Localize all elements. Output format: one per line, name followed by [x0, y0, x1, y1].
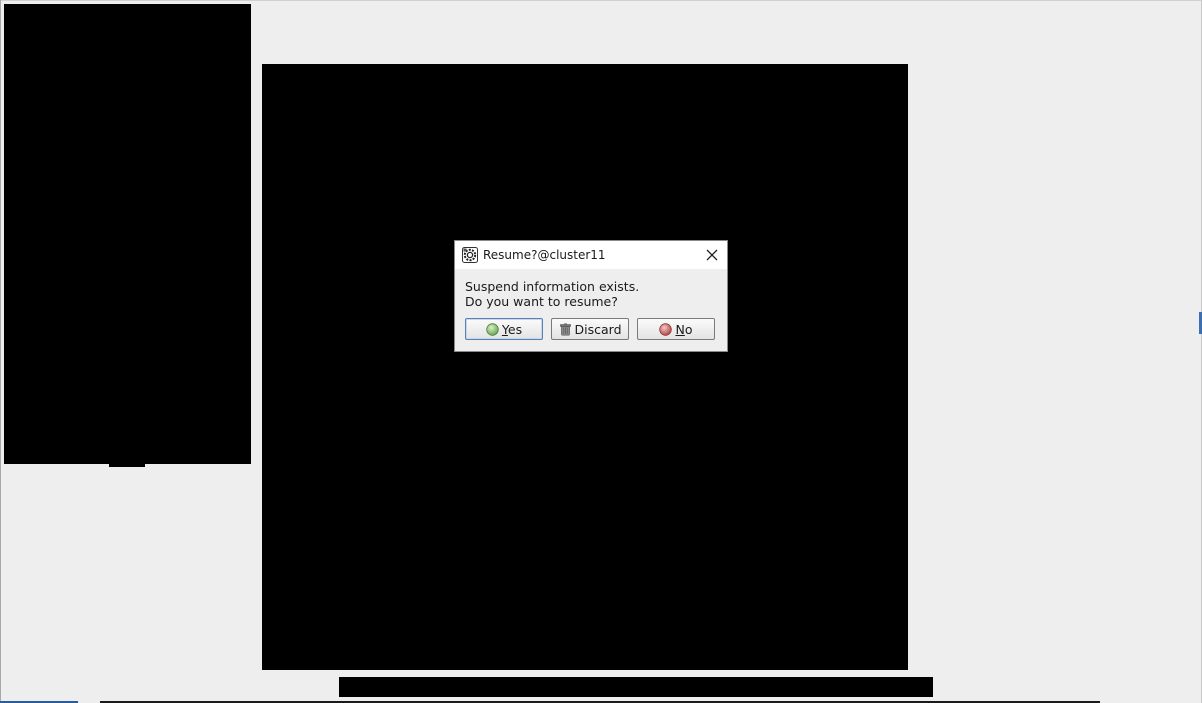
trash-can-icon [559, 322, 571, 336]
left-side-panel [4, 4, 251, 464]
dialog-message: Suspend information exists. Do you want … [455, 269, 727, 309]
window-left-edge [0, 0, 1, 703]
resume-dialog: Resume?@cluster11 Suspend information ex… [454, 240, 728, 352]
dialog-button-row: Yes Discard No [465, 318, 718, 341]
yes-button-label: Yes [501, 321, 523, 337]
app-gear-icon [462, 247, 478, 263]
dialog-message-line-2: Do you want to resume? [465, 294, 618, 309]
dialog-title: Resume?@cluster11 [483, 248, 606, 262]
discard-button[interactable]: Discard [551, 318, 629, 340]
dialog-titlebar[interactable]: Resume?@cluster11 [455, 241, 727, 269]
main-canvas [262, 64, 908, 670]
no-button[interactable]: No [637, 318, 715, 340]
yes-button[interactable]: Yes [465, 318, 543, 340]
window-top-edge [0, 0, 1202, 1]
close-icon[interactable] [703, 246, 721, 264]
dialog-message-line-1: Suspend information exists. [465, 279, 640, 294]
red-circle-icon [659, 322, 673, 336]
discard-button-label: Discard [574, 321, 622, 337]
no-button-label: No [675, 321, 693, 337]
bottom-status-bar [339, 677, 933, 697]
green-circle-icon [486, 322, 499, 336]
left-panel-tab [109, 463, 145, 467]
